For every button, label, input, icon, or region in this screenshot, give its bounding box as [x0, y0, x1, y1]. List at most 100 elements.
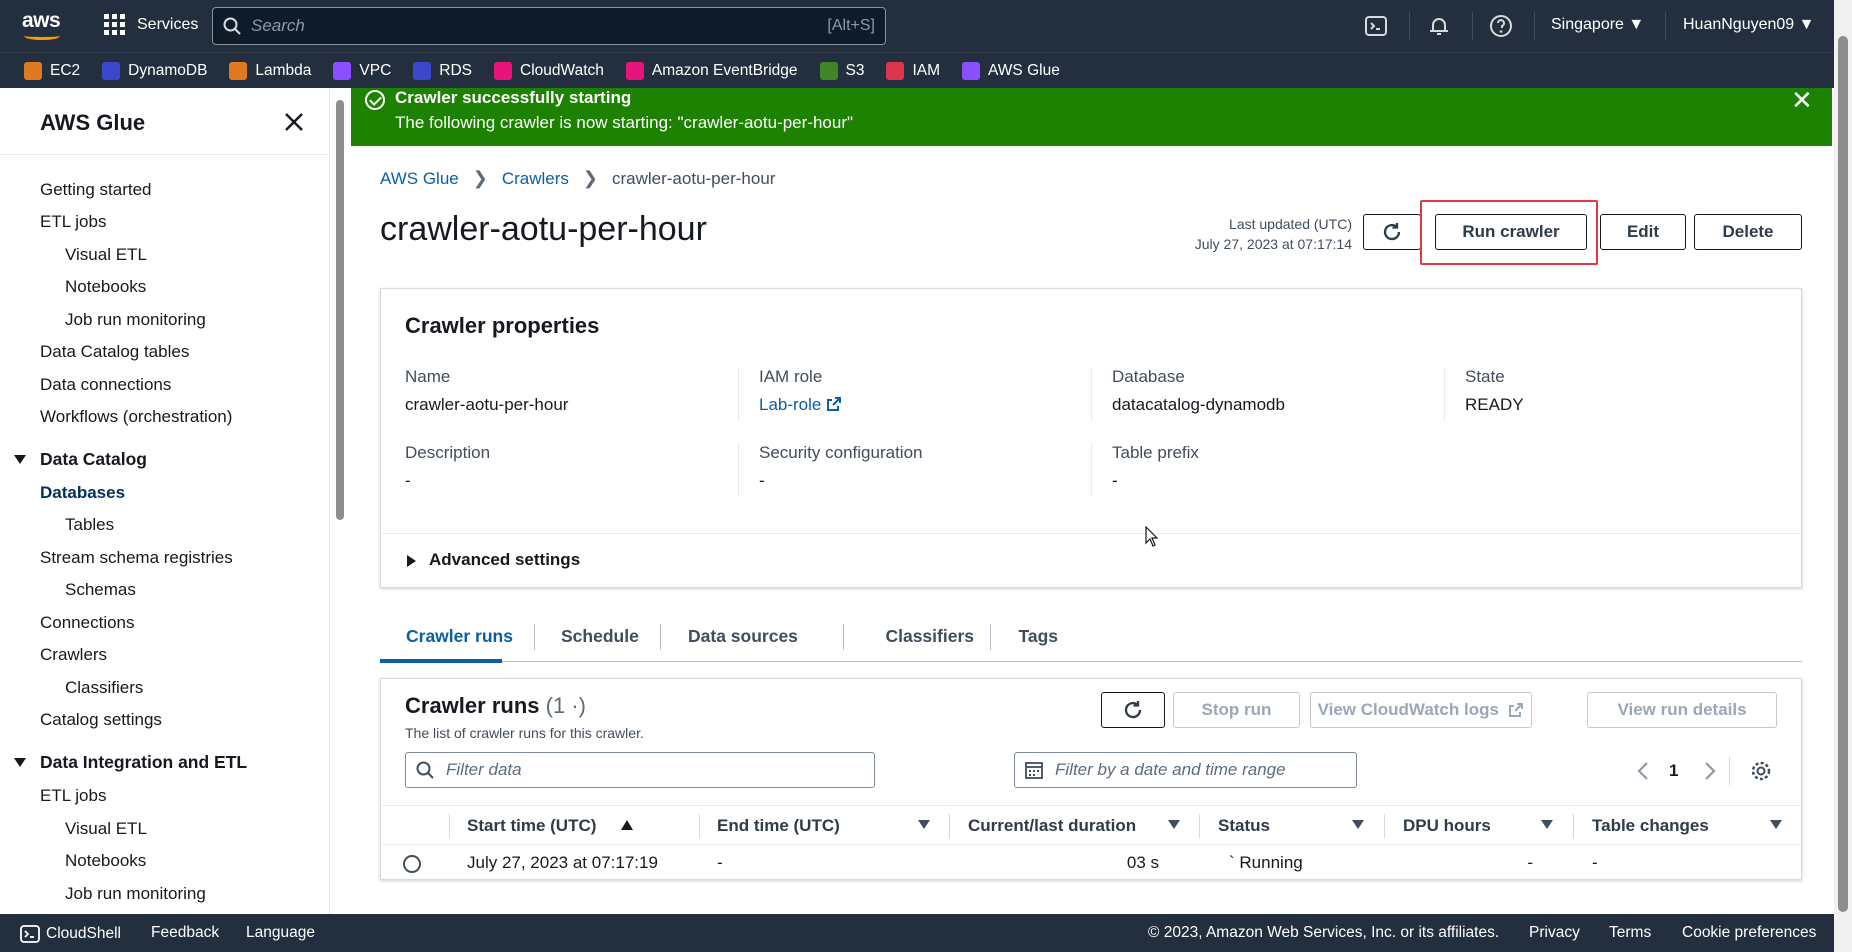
stop-run-button[interactable]: Stop run: [1173, 692, 1300, 728]
chevron-right-icon[interactable]: [1703, 761, 1717, 781]
edit-button[interactable]: Edit: [1600, 214, 1686, 250]
cell-start-time: July 27, 2023 at 07:17:19: [467, 853, 658, 872]
favorite-dynamodb[interactable]: DynamoDB: [102, 61, 207, 80]
page-number[interactable]: 1: [1669, 761, 1678, 781]
last-updated: Last updated (UTC) July 27, 2023 at 07:17…: [1120, 214, 1352, 254]
sidebar-item-visual-etl-2[interactable]: Visual ETL: [65, 819, 147, 839]
sidebar-item-getting-started[interactable]: Getting started: [40, 180, 152, 200]
sidebar-item-visual-etl[interactable]: Visual ETL: [65, 245, 147, 265]
footer-cloudshell[interactable]: CloudShell: [20, 924, 121, 944]
favorite-vpc[interactable]: VPC: [333, 61, 391, 80]
column-end-time[interactable]: End time (UTC): [717, 816, 840, 836]
tab-classifiers[interactable]: Classifiers: [844, 626, 974, 647]
sidebar-item-schemas[interactable]: Schemas: [65, 580, 136, 600]
aws-logo-text: aws: [22, 9, 61, 32]
footer-privacy[interactable]: Privacy: [1529, 924, 1580, 942]
sidebar-item-classifiers[interactable]: Classifiers: [65, 678, 143, 698]
column-start-time[interactable]: Start time (UTC): [467, 816, 596, 836]
services-label: Services: [137, 15, 199, 33]
favorite-s3[interactable]: S3: [819, 61, 864, 80]
sidebar-item-notebooks[interactable]: Notebooks: [65, 277, 146, 297]
advanced-settings-toggle[interactable]: Advanced settings: [381, 533, 1801, 588]
sidebar-item-notebooks-2[interactable]: Notebooks: [65, 851, 146, 871]
favorite-ec2[interactable]: EC2: [24, 61, 80, 80]
service-icon: [24, 61, 42, 80]
last-updated-label: Last updated (UTC): [1229, 216, 1352, 232]
delete-button[interactable]: Delete: [1694, 214, 1802, 250]
breadcrumb-crawlers[interactable]: Crawlers: [502, 169, 569, 189]
user-menu[interactable]: HuanNguyen09 ▼: [1683, 16, 1814, 34]
iam-role-link[interactable]: Lab-role: [759, 395, 821, 414]
favorite-aws-glue[interactable]: AWS Glue: [962, 61, 1060, 80]
runs-title-text: Crawler runs: [405, 693, 540, 718]
sidebar-section-data-integration[interactable]: Data Integration and ETL: [14, 752, 247, 773]
sidebar-item-data-catalog-tables[interactable]: Data Catalog tables: [40, 342, 189, 362]
external-link-icon[interactable]: [826, 396, 842, 412]
cloudshell-icon[interactable]: [1364, 14, 1388, 38]
page-scrollbar-thumb[interactable]: [1838, 36, 1848, 912]
sidebar-item-connections[interactable]: Connections: [40, 613, 135, 633]
column-status[interactable]: Status: [1218, 816, 1270, 836]
page-scrollbar[interactable]: [1834, 0, 1852, 952]
chevron-right-icon: ❯: [582, 168, 598, 188]
filter-placeholder: Filter data: [446, 760, 522, 779]
filter-data-input[interactable]: Filter data: [405, 752, 875, 788]
sidebar-item-stream-schema-registries[interactable]: Stream schema registries: [40, 548, 233, 568]
view-run-details-button[interactable]: View run details: [1587, 692, 1777, 728]
tab-schedule[interactable]: Schedule: [561, 626, 639, 647]
sort-caret-icon[interactable]: [1541, 820, 1553, 829]
chevron-left-icon[interactable]: [1636, 761, 1650, 781]
sidebar-item-tables[interactable]: Tables: [65, 515, 114, 535]
cell-dpu-hours: -: [1527, 853, 1533, 872]
sidebar-item-catalog-settings[interactable]: Catalog settings: [40, 710, 162, 730]
footer-language[interactable]: Language: [246, 924, 315, 942]
tab-crawler-runs[interactable]: Crawler runs: [406, 626, 513, 647]
date-range-filter[interactable]: Filter by a date and time range: [1014, 752, 1357, 788]
row-select-radio[interactable]: [403, 855, 421, 873]
sidebar-section-data-catalog[interactable]: Data Catalog: [14, 449, 147, 470]
sidebar-item-databases[interactable]: Databases: [40, 483, 125, 503]
section-label: Data Catalog: [40, 449, 147, 469]
sort-ascending-icon[interactable]: [621, 820, 633, 830]
column-table-changes[interactable]: Table changes: [1592, 816, 1709, 836]
column-duration[interactable]: Current/last duration: [968, 816, 1136, 836]
favorite-rds[interactable]: RDS: [413, 61, 472, 80]
close-icon[interactable]: [282, 110, 306, 134]
sidebar-item-job-run-monitoring[interactable]: Job run monitoring: [65, 310, 206, 330]
favorite-lambda[interactable]: Lambda: [229, 61, 311, 80]
sidebar-item-crawlers[interactable]: Crawlers: [40, 645, 107, 665]
footer-feedback[interactable]: Feedback: [151, 924, 219, 942]
tab-tags[interactable]: Tags: [978, 626, 1058, 647]
aws-logo[interactable]: aws: [22, 10, 64, 40]
gear-icon[interactable]: [1750, 760, 1772, 782]
sidebar-item-etl-jobs[interactable]: ETL jobs: [40, 212, 106, 232]
column-dpu-hours[interactable]: DPU hours: [1403, 816, 1491, 836]
search-input[interactable]: Search [Alt+S]: [212, 7, 886, 45]
sort-caret-icon[interactable]: [1168, 820, 1180, 829]
sidebar-scrollbar[interactable]: [336, 100, 344, 520]
help-icon[interactable]: [1489, 14, 1513, 38]
services-menu-button[interactable]: Services: [104, 14, 198, 35]
close-icon[interactable]: ✕: [1791, 87, 1813, 113]
breadcrumb-aws-glue[interactable]: AWS Glue: [380, 169, 459, 189]
sort-caret-icon[interactable]: [1352, 820, 1364, 829]
favorite-amazon-eventbridge[interactable]: Amazon EventBridge: [625, 61, 798, 80]
sort-caret-icon[interactable]: [1770, 820, 1782, 829]
sort-caret-icon[interactable]: [918, 820, 930, 829]
favorite-cloudwatch[interactable]: CloudWatch: [494, 61, 604, 80]
footer-terms[interactable]: Terms: [1609, 924, 1651, 942]
runs-refresh-button[interactable]: [1101, 692, 1165, 728]
view-cloudwatch-logs-button[interactable]: View CloudWatch logs: [1310, 692, 1532, 728]
sidebar-item-data-connections[interactable]: Data connections: [40, 375, 171, 395]
region-selector[interactable]: Singapore ▼: [1551, 16, 1644, 34]
sidebar-item-workflows[interactable]: Workflows (orchestration): [40, 407, 232, 427]
sidebar-item-job-run-monitoring-2[interactable]: Job run monitoring: [65, 884, 206, 904]
sidebar-item-etl-jobs-2[interactable]: ETL jobs: [40, 786, 106, 806]
favorite-iam[interactable]: IAM: [886, 61, 940, 80]
table-row[interactable]: July 27, 2023 at 07:17:19 - 03 s ` Runni…: [381, 845, 1801, 879]
success-flashbar: Crawler successfully starting The follow…: [351, 87, 1832, 146]
refresh-button[interactable]: [1363, 214, 1421, 250]
bell-icon[interactable]: [1427, 14, 1451, 38]
footer-cookie-preferences[interactable]: Cookie preferences: [1682, 924, 1816, 942]
tab-data-sources[interactable]: Data sources: [688, 626, 798, 647]
